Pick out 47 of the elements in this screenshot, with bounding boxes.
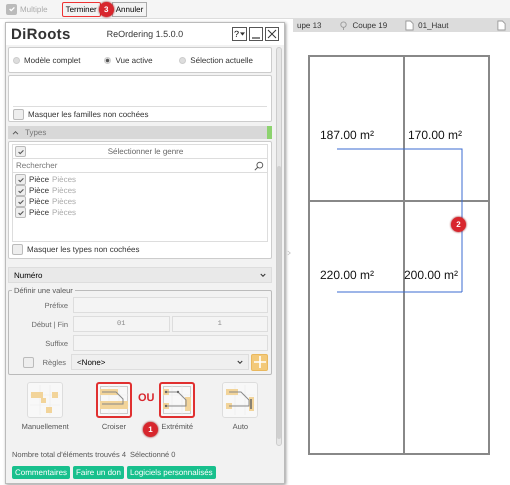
minimize-icon [252, 37, 260, 39]
check-icon [8, 5, 16, 13]
scope-radio[interactable]: Sélection actuelle [179, 56, 253, 64]
rules-checkbox[interactable] [23, 356, 34, 368]
or-label: OU [138, 392, 154, 404]
add-button[interactable] [251, 354, 268, 370]
parameter-dropdown[interactable]: Numéro [8, 267, 272, 283]
finish-button[interactable]: Terminer [62, 2, 101, 16]
room-area-label: 187.00 m² [320, 128, 374, 142]
room-area-label: 220.00 m² [320, 268, 374, 282]
help-button[interactable]: ? [232, 27, 247, 41]
window-title: ReOrdering 1.5.0.0 [106, 29, 184, 39]
scrollbar[interactable] [276, 47, 282, 446]
plus-icon [252, 355, 266, 369]
type-list-item[interactable]: Pièce Pièces [13, 196, 267, 207]
caret-icon [240, 32, 245, 36]
view-tab[interactable]: Coupe 19 [339, 21, 388, 30]
chevron-icon [12, 130, 19, 135]
scope-radio[interactable]: Modèle complet [13, 56, 80, 64]
cancel-button[interactable]: Annuler [112, 2, 148, 16]
close-button[interactable] [265, 27, 279, 41]
close-icon [267, 29, 277, 39]
caret-icon [260, 272, 266, 278]
type-list-item[interactable]: Pièce Pièces [13, 174, 267, 185]
caret-icon [237, 360, 243, 364]
type-list-item[interactable]: Pièce Pièces [13, 207, 267, 218]
scope-radio[interactable]: Vue active [104, 56, 153, 64]
view-tab[interactable] [497, 20, 506, 31]
select-genre-label: Sélectionner le genre [106, 147, 184, 156]
chevron-icon [287, 250, 291, 256]
brand-logo: DiRoots [11, 26, 71, 42]
callout-badge: 1 [142, 422, 158, 437]
type-list-item[interactable]: Pièce Pièces [13, 185, 267, 196]
hide-types-checkbox[interactable]: Masquer les types non cochées [12, 242, 268, 256]
minimize-button[interactable] [249, 27, 263, 41]
search-icon [254, 161, 264, 171]
rules-dropdown[interactable]: <None> [71, 354, 249, 370]
view-tab[interactable]: upe 13 [297, 21, 322, 30]
room-area-label: 200.00 m² [404, 268, 458, 282]
section-icon [339, 21, 348, 30]
check-icon [16, 148, 24, 156]
view-tab[interactable]: 01_Haut [405, 20, 448, 31]
select-all-checkbox[interactable] [15, 146, 26, 157]
method-button[interactable] [96, 382, 132, 418]
room-area-label: 170.00 m² [408, 128, 462, 142]
method-button[interactable] [159, 382, 196, 418]
search-field[interactable]: Rechercher [12, 159, 268, 173]
